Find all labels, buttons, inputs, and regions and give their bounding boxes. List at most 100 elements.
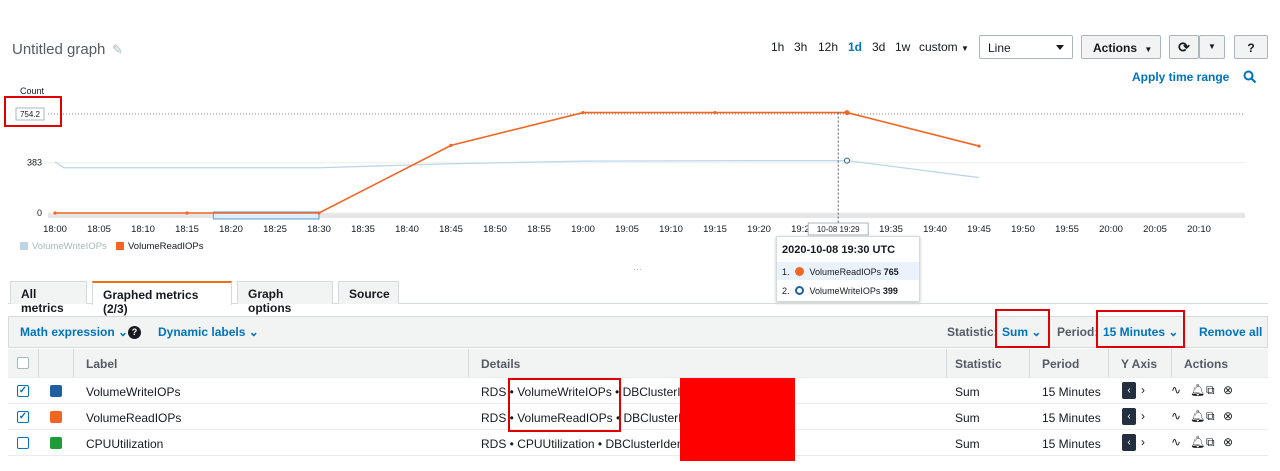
row-namespace: RDS <box>481 411 507 425</box>
time-range-custom[interactable]: custom ▼ <box>919 40 969 54</box>
row-period[interactable]: 15 Minutes <box>1042 385 1101 399</box>
row-period[interactable]: 15 Minutes <box>1042 411 1101 425</box>
time-range-1w[interactable]: 1w <box>895 40 910 54</box>
read-iops-dot-icon <box>795 267 805 276</box>
duplicate-icon[interactable]: ⧉ <box>1206 409 1215 424</box>
column-divider <box>38 349 39 377</box>
column-header-period[interactable]: Period <box>1042 357 1079 371</box>
chart-type-select[interactable]: Line <box>979 35 1073 59</box>
column-header-details[interactable]: Details <box>481 357 520 371</box>
row-period[interactable]: 15 Minutes <box>1042 437 1101 451</box>
row-dimension: DBClusterIdenti <box>605 437 690 451</box>
time-range-12h[interactable]: 12h <box>818 40 838 54</box>
duplicate-icon[interactable]: ⧉ <box>1206 435 1215 450</box>
row-label[interactable]: VolumeReadIOPs <box>86 411 181 425</box>
y-axis-right-button[interactable]: › <box>1141 383 1145 397</box>
x-tick-label: 19:05 <box>615 224 639 235</box>
row-label[interactable]: VolumeWriteIOPs <box>86 385 180 399</box>
row-details: RDS • CPUUtilization • DBClusterIdenti <box>481 437 690 451</box>
row-checkbox[interactable]: ✓ <box>17 385 29 397</box>
chart-type-value: Line <box>988 41 1011 55</box>
resize-handle-icon[interactable]: ··· <box>633 264 642 274</box>
y-axis-right-button[interactable]: › <box>1141 409 1145 423</box>
info-icon[interactable]: ? <box>128 326 141 339</box>
remove-icon[interactable]: ⊗ <box>1223 383 1233 397</box>
time-range-1h[interactable]: 1h <box>771 40 784 54</box>
series-color-swatch[interactable] <box>50 385 62 397</box>
tooltip-row-1: 1. VolumeReadIOPs 765 <box>782 267 899 277</box>
alarm-bell-icon[interactable]: 🔔︎ <box>1190 409 1205 423</box>
data-point <box>185 211 189 215</box>
column-divider <box>1029 349 1030 377</box>
time-range-3h[interactable]: 3h <box>794 40 807 54</box>
custom-label: custom <box>919 40 958 54</box>
row-checkbox[interactable] <box>17 437 29 449</box>
alarm-bell-icon[interactable]: 🔔︎ <box>1190 435 1205 449</box>
row-statistic[interactable]: Sum <box>955 385 980 399</box>
y-axis-right-button[interactable]: › <box>1141 435 1145 449</box>
legend-swatch <box>20 242 28 250</box>
y-axis-left-button[interactable]: ‹ <box>1122 382 1136 399</box>
x-tick-label: 19:45 <box>967 224 991 235</box>
metric-graph-icon[interactable]: ∿ <box>1171 409 1181 423</box>
x-tick-label: 19:55 <box>1055 224 1079 235</box>
legend-swatch <box>116 242 124 250</box>
dynamic-labels-dropdown[interactable]: Dynamic labels ⌄ <box>158 325 259 339</box>
tooltip-row-index: 1. <box>782 267 790 277</box>
data-point <box>317 211 321 215</box>
remove-all-link[interactable]: Remove all <box>1199 325 1262 339</box>
help-icon: ? <box>1247 41 1255 55</box>
tab-all-metrics[interactable]: All metrics <box>10 281 87 315</box>
metric-graph-icon[interactable]: ∿ <box>1171 383 1181 397</box>
metric-name-highlight-box <box>508 378 621 432</box>
x-tick-label: 18:40 <box>395 224 419 235</box>
metric-graph-icon[interactable]: ∿ <box>1171 435 1181 449</box>
x-tick-label: 19:50 <box>1011 224 1035 235</box>
statistic-label: Statistic: <box>947 325 998 339</box>
y-axis-title: Count <box>20 86 45 96</box>
period-highlight-box <box>1096 310 1185 348</box>
refresh-button[interactable]: ⟳ <box>1169 35 1199 59</box>
tooltip-row-value: 765 <box>883 267 899 277</box>
y-axis-left-button[interactable]: ‹ <box>1122 434 1136 451</box>
select-all-checkbox[interactable] <box>17 357 29 369</box>
time-range-3d[interactable]: 3d <box>872 40 885 54</box>
y-axis-left-button[interactable]: ‹ <box>1122 408 1136 425</box>
row-label[interactable]: CPUUtilization <box>86 437 163 451</box>
remove-icon[interactable]: ⊗ <box>1223 409 1233 423</box>
x-tick-label: 18:10 <box>131 224 155 235</box>
period-label: Period: <box>1057 325 1099 339</box>
x-tick-label: 19:20 <box>747 224 771 235</box>
actions-button[interactable]: Actions ▼ <box>1081 35 1161 59</box>
chevron-down-icon: ⌄ <box>248 325 259 339</box>
row-metric: CPUUtilization <box>517 437 595 451</box>
column-header-actions[interactable]: Actions <box>1184 357 1228 371</box>
row-statistic[interactable]: Sum <box>955 411 980 425</box>
column-header-y-axis[interactable]: Y Axis <box>1121 357 1157 371</box>
duplicate-icon[interactable]: ⧉ <box>1206 383 1215 398</box>
time-range-1d[interactable]: 1d <box>848 40 862 54</box>
metrics-line-chart[interactable]: Count 0383754.218:00 18:05 18:10 18:15 18:20… <box>0 80 1280 270</box>
tab-graph-options[interactable]: Graph options <box>237 281 333 315</box>
help-button[interactable]: ? <box>1234 35 1268 59</box>
series-color-swatch[interactable] <box>50 411 62 423</box>
column-header-statistic[interactable]: Statistic <box>955 357 1002 371</box>
column-header-label[interactable]: Label <box>86 357 117 371</box>
alarm-bell-icon[interactable]: 🔔︎ <box>1190 383 1205 397</box>
column-divider <box>468 349 469 377</box>
x-tick-label: 19:10 <box>659 224 683 235</box>
remove-icon[interactable]: ⊗ <box>1223 435 1233 449</box>
x-tick-label: 20:05 <box>1143 224 1167 235</box>
tab-graphed-metrics[interactable]: Graphed metrics (2/3) <box>92 281 232 316</box>
row-checkbox[interactable]: ✓ <box>17 411 29 423</box>
series-color-swatch[interactable] <box>50 437 62 449</box>
graph-title: Untitled graph <box>12 41 106 58</box>
row-statistic[interactable]: Sum <box>955 437 980 451</box>
tab-source[interactable]: Source <box>338 281 399 304</box>
legend-label: VolumeWriteIOPs <box>32 241 107 252</box>
edit-title-pencil-icon[interactable]: ✎ <box>112 42 123 58</box>
math-expression-dropdown[interactable]: Math expression ⌄ <box>20 325 128 339</box>
data-point <box>449 143 453 147</box>
refresh-interval-dropdown[interactable]: ▼ <box>1199 35 1225 59</box>
chevron-down-icon: ⌄ <box>118 325 129 339</box>
